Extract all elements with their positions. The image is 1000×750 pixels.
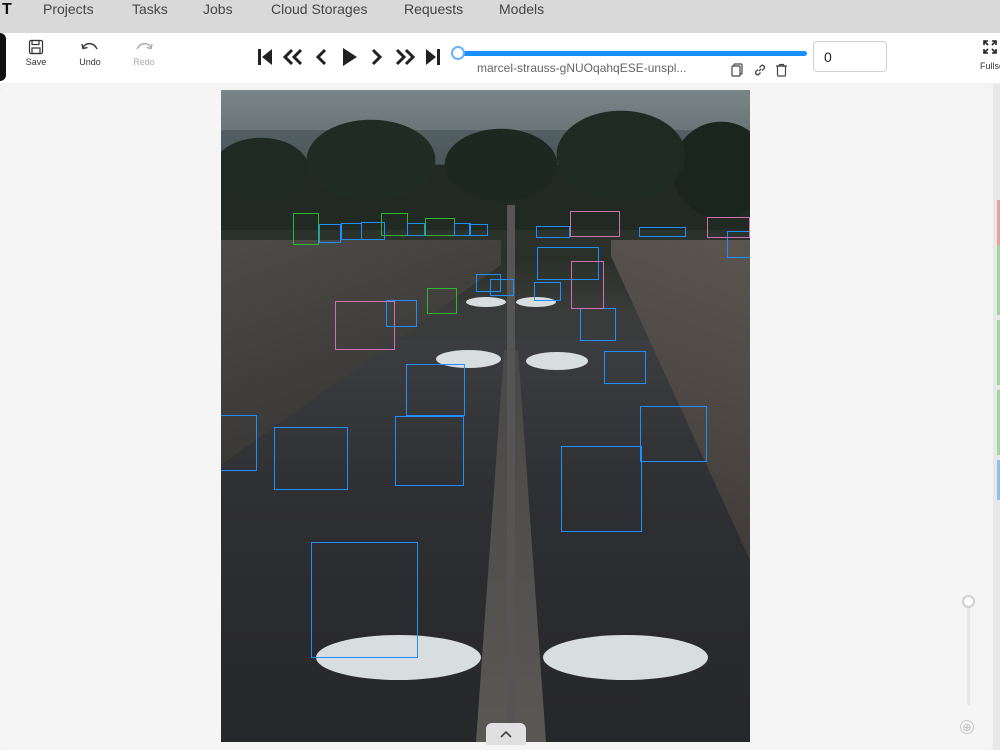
zoom-slider-track[interactable] bbox=[967, 605, 970, 705]
bbox-green-object[interactable] bbox=[381, 213, 408, 236]
bbox-car[interactable] bbox=[536, 226, 570, 238]
first-frame-button[interactable] bbox=[251, 43, 279, 71]
nav-item-models[interactable]: Models bbox=[499, 1, 544, 17]
undo-button[interactable]: Undo bbox=[70, 39, 110, 67]
fullscreen-label: Fullscreen bbox=[980, 61, 1000, 71]
bbox-car[interactable] bbox=[406, 364, 465, 416]
image-lamp-far-left bbox=[466, 297, 506, 307]
nav-item-requests[interactable]: Requests bbox=[404, 1, 463, 17]
play-icon bbox=[343, 48, 357, 66]
last-frame-icon bbox=[426, 49, 440, 65]
bbox-car[interactable] bbox=[386, 300, 417, 327]
bbox-car[interactable] bbox=[395, 416, 464, 486]
frame-filename: marcel-strauss-gNUOqahqESE-unspl... bbox=[477, 61, 687, 75]
back-many-icon bbox=[282, 48, 303, 66]
annotation-image[interactable] bbox=[221, 90, 750, 742]
back-many-button[interactable] bbox=[279, 43, 307, 71]
redo-button[interactable]: Redo bbox=[124, 39, 164, 67]
undo-icon bbox=[81, 42, 98, 50]
forward-many-icon bbox=[395, 48, 416, 66]
bbox-car[interactable] bbox=[490, 279, 514, 296]
play-button[interactable] bbox=[335, 43, 363, 71]
save-button[interactable]: Save bbox=[16, 39, 56, 67]
top-navigation: T Projects Tasks Jobs Cloud Storages Req… bbox=[0, 0, 1000, 33]
bbox-car[interactable] bbox=[469, 224, 488, 236]
zoom-slider-handle[interactable] bbox=[962, 595, 975, 608]
previous-button[interactable] bbox=[307, 43, 335, 71]
save-icon bbox=[28, 39, 44, 55]
redo-label: Redo bbox=[133, 57, 155, 67]
menu-edge[interactable] bbox=[0, 33, 6, 81]
nav-item-projects[interactable]: Projects bbox=[43, 1, 94, 17]
delete-frame-icon[interactable] bbox=[775, 63, 788, 82]
last-frame-button[interactable] bbox=[419, 43, 447, 71]
bbox-car[interactable] bbox=[639, 227, 686, 237]
bbox-truck[interactable] bbox=[571, 261, 604, 309]
previous-icon bbox=[315, 48, 327, 66]
bbox-car[interactable] bbox=[319, 224, 341, 243]
bbox-car[interactable] bbox=[274, 427, 348, 490]
bbox-car[interactable] bbox=[580, 308, 616, 341]
player-controls bbox=[251, 43, 447, 71]
nav-item-cloud-storages[interactable]: Cloud Storages bbox=[271, 1, 368, 17]
undo-label: Undo bbox=[79, 57, 101, 67]
frame-slider-handle[interactable] bbox=[451, 46, 465, 60]
fullscreen-icon bbox=[983, 40, 997, 54]
frame-number-input[interactable] bbox=[813, 41, 887, 72]
bbox-green-object[interactable] bbox=[425, 218, 455, 236]
app-logo[interactable]: T bbox=[2, 1, 12, 19]
chevron-up-icon bbox=[500, 730, 512, 738]
bbox-car[interactable] bbox=[407, 223, 425, 236]
redo-icon bbox=[136, 42, 153, 50]
bbox-truck[interactable] bbox=[570, 211, 620, 237]
bbox-car[interactable] bbox=[534, 282, 561, 301]
nav-item-jobs[interactable]: Jobs bbox=[203, 1, 233, 17]
forward-many-button[interactable] bbox=[391, 43, 419, 71]
bbox-truck[interactable] bbox=[707, 217, 750, 238]
first-frame-icon bbox=[258, 49, 272, 65]
bbox-green-object[interactable] bbox=[293, 213, 319, 245]
bbox-car[interactable] bbox=[640, 406, 707, 462]
nav-item-tasks[interactable]: Tasks bbox=[132, 1, 168, 17]
next-button[interactable] bbox=[363, 43, 391, 71]
bbox-car[interactable] bbox=[221, 415, 257, 471]
bbox-car[interactable] bbox=[341, 223, 362, 240]
bbox-car[interactable] bbox=[604, 351, 646, 384]
link-icon[interactable] bbox=[753, 63, 767, 82]
copy-filename-icon[interactable] bbox=[731, 63, 743, 82]
zoom-in-icon[interactable]: ⊕ bbox=[960, 720, 974, 734]
fullscreen-button[interactable]: Fullscreen bbox=[980, 40, 1000, 71]
image-lamp-mid-right bbox=[526, 352, 588, 370]
frame-slider-track[interactable] bbox=[458, 51, 807, 56]
bbox-car[interactable] bbox=[561, 446, 642, 532]
next-icon bbox=[371, 48, 383, 66]
bbox-green-object[interactable] bbox=[427, 288, 457, 314]
save-label: Save bbox=[25, 57, 47, 67]
image-lamp-right bbox=[543, 635, 708, 680]
image-trees bbox=[221, 110, 750, 230]
collapse-panel-button[interactable] bbox=[486, 723, 526, 745]
bbox-car[interactable] bbox=[311, 542, 418, 658]
